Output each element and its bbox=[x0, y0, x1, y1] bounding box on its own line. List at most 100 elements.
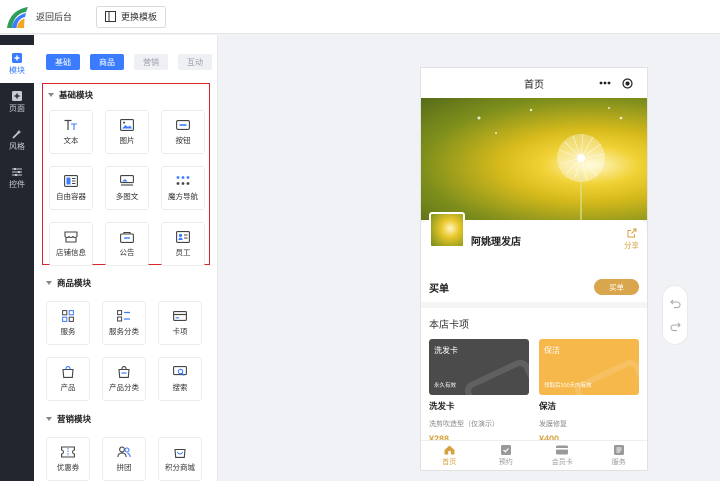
service-list-icon bbox=[613, 444, 624, 455]
calendar-check-icon bbox=[500, 444, 511, 455]
pay-bill-button[interactable]: 买单 bbox=[594, 279, 639, 295]
module-card-item[interactable]: 卡项 bbox=[158, 301, 202, 345]
module-magic-nav[interactable]: 魔方导航 bbox=[161, 166, 205, 210]
top-bar: 返回后台 更换模板 bbox=[0, 0, 720, 34]
back-to-admin-link[interactable]: 返回后台 bbox=[36, 10, 72, 23]
bill-section: 买单 买单 bbox=[421, 272, 647, 302]
goods-modules-title: 商品模块 bbox=[57, 278, 92, 288]
more-dots-icon bbox=[599, 81, 611, 85]
goods-modules-header[interactable]: 商品模块 bbox=[46, 277, 202, 289]
module-button[interactable]: 按钮 bbox=[161, 110, 205, 154]
member-card-icon bbox=[556, 445, 569, 454]
module-label: 积分商城 bbox=[165, 462, 195, 472]
module-search[interactable]: 搜索 bbox=[158, 357, 202, 401]
marketing-modules-title: 营销模块 bbox=[57, 414, 92, 424]
basic-modules-section: 基础模块 文本 图片 按钮 自由容器 多图文 魔方导航 店铺信息 公告 员工 bbox=[42, 83, 210, 266]
card-title: 保洁 bbox=[539, 401, 557, 411]
layout-icon bbox=[105, 11, 117, 22]
module-label: 产品分类 bbox=[109, 382, 139, 392]
close-target-icon bbox=[622, 77, 633, 89]
basic-modules-header[interactable]: 基础模块 bbox=[48, 89, 209, 101]
rail-item-style[interactable]: 风格 bbox=[0, 121, 34, 159]
membership-card[interactable]: 洗发卡 永久有效 bbox=[429, 339, 529, 395]
bill-title: 买单 bbox=[429, 283, 449, 295]
tabbar-member-card[interactable]: 会员卡 bbox=[534, 441, 591, 470]
module-free-container[interactable]: 自由容器 bbox=[49, 166, 93, 210]
coupon-icon bbox=[61, 445, 75, 458]
module-label: 优惠券 bbox=[56, 462, 80, 472]
caret-down-icon bbox=[48, 93, 54, 97]
rail-item-modules[interactable]: 模块 bbox=[0, 45, 34, 83]
module-service[interactable]: 服务 bbox=[46, 301, 90, 345]
module-label: 魔方导航 bbox=[168, 191, 198, 201]
undo-icon[interactable] bbox=[669, 298, 681, 309]
card-title: 洗发卡 bbox=[429, 401, 455, 411]
tabbar-label: 预约 bbox=[498, 458, 513, 466]
module-coupon[interactable]: 优惠券 bbox=[46, 437, 90, 481]
text-icon bbox=[64, 119, 77, 130]
tab-interactive[interactable]: 互动 bbox=[178, 54, 212, 70]
card-name: 保洁 bbox=[544, 346, 560, 355]
rail-item-pages[interactable]: 页面 bbox=[0, 83, 34, 121]
sliders-icon bbox=[12, 167, 22, 176]
module-points-mall[interactable]: 积分商城 bbox=[158, 437, 202, 481]
container-icon bbox=[64, 174, 78, 187]
left-nav-rail: 模块 页面 风格 控件 bbox=[0, 35, 34, 481]
home-banner-image[interactable] bbox=[421, 98, 647, 220]
mini-program-capsule[interactable] bbox=[593, 75, 639, 91]
tabbar-service[interactable]: 服务 bbox=[591, 441, 648, 470]
home-icon bbox=[444, 445, 455, 454]
module-text[interactable]: 文本 bbox=[49, 110, 93, 154]
module-staff[interactable]: 员工 bbox=[161, 222, 205, 266]
marketing-modules-header[interactable]: 营销模块 bbox=[46, 413, 202, 425]
store-cards-title: 本店卡项 bbox=[429, 320, 469, 331]
app-logo[interactable] bbox=[4, 4, 30, 30]
shop-info-card[interactable]: 阿姚理发店 分享 bbox=[421, 212, 647, 278]
goods-modules-section: 商品模块 服务 服务分类 卡项 产品 产品分类 搜索 bbox=[46, 277, 202, 401]
module-service-category[interactable]: 服务分类 bbox=[102, 301, 146, 345]
module-product-category[interactable]: 产品分类 bbox=[102, 357, 146, 401]
module-product[interactable]: 产品 bbox=[46, 357, 90, 401]
rail-label-controls: 控件 bbox=[9, 179, 25, 189]
tab-basic[interactable]: 基础 bbox=[46, 54, 80, 70]
module-label: 公告 bbox=[119, 247, 135, 257]
caret-down-icon bbox=[46, 281, 52, 285]
module-label: 多图文 bbox=[115, 191, 139, 201]
module-notice[interactable]: 公告 bbox=[105, 222, 149, 266]
rail-label-pages: 页面 bbox=[9, 103, 25, 113]
notice-icon bbox=[120, 231, 134, 243]
share-button[interactable]: 分享 bbox=[624, 228, 639, 251]
card-icon bbox=[173, 310, 187, 321]
change-template-button[interactable]: 更换模板 bbox=[96, 5, 167, 28]
tabbar-home[interactable]: 首页 bbox=[421, 441, 478, 470]
caret-down-icon bbox=[46, 417, 52, 421]
share-icon bbox=[627, 228, 636, 238]
card-info: 洗发卡 洗剪吹造型（仅演示） ¥288 bbox=[429, 400, 499, 444]
search-icon bbox=[173, 365, 187, 376]
bag-category-icon bbox=[118, 365, 130, 378]
module-label: 自由容器 bbox=[56, 191, 86, 201]
module-store-info[interactable]: 店铺信息 bbox=[49, 222, 93, 266]
tab-goods[interactable]: 商品 bbox=[90, 54, 124, 70]
magic-wand-icon bbox=[12, 129, 22, 139]
page-plus-icon bbox=[12, 90, 22, 101]
membership-card[interactable]: 保洁 领取后100天内有效 bbox=[539, 339, 639, 395]
module-image[interactable]: 图片 bbox=[105, 110, 149, 154]
tabbar-booking[interactable]: 预约 bbox=[478, 441, 535, 470]
module-label: 图片 bbox=[119, 135, 135, 145]
marketing-modules-section: 营销模块 优惠券 拼团 积分商城 bbox=[46, 413, 202, 481]
tabbar-label: 首页 bbox=[442, 458, 457, 466]
redo-icon[interactable] bbox=[669, 321, 681, 332]
module-label: 卡项 bbox=[172, 326, 188, 336]
module-label: 按钮 bbox=[175, 135, 191, 145]
rail-item-controls[interactable]: 控件 bbox=[0, 159, 34, 197]
plus-square-icon bbox=[12, 52, 22, 63]
image-text-icon bbox=[120, 174, 134, 186]
store-icon bbox=[64, 230, 78, 243]
preview-canvas: 首页 阿姚理发店 分享 买单 买单 本店卡项 洗发卡 永久有效 保洁 领取后10… bbox=[218, 35, 720, 481]
module-group-buy[interactable]: 拼团 bbox=[102, 437, 146, 481]
module-multi-image-text[interactable]: 多图文 bbox=[105, 166, 149, 210]
module-label: 服务 bbox=[60, 326, 76, 336]
tab-marketing[interactable]: 营销 bbox=[134, 54, 168, 70]
module-label: 服务分类 bbox=[109, 326, 139, 336]
